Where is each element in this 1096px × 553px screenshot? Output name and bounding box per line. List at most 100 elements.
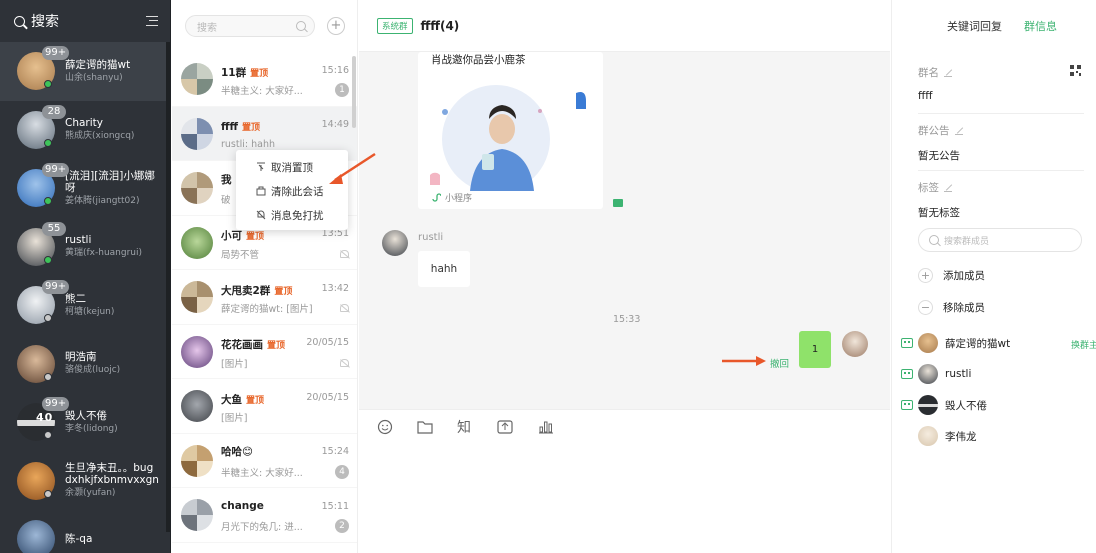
card-image [430,71,590,191]
tag-value: 暂无标签 [918,207,960,219]
contact-item[interactable]: 55 rustli 黄瑞(fx-huangrui) [0,218,170,277]
conversation-name: 大甩卖2群 [221,284,271,297]
conversation-name: ffff [221,121,239,133]
pinned-tag: 置顶 [267,341,286,351]
message-timestamp: 15:33 [613,314,641,325]
folder-icon [417,421,433,434]
folder-icon[interactable] [613,199,623,207]
conversation-item[interactable]: 11群 置顶 15:16 半糖主义: 大家好... 1 [172,52,357,107]
divider [918,170,1084,171]
card-footer: 小程序 [432,191,472,204]
member-name: 李伟龙 [945,430,977,443]
remove-member-button[interactable]: − 移除成员 [918,300,985,315]
chat-title: ffff(4) [420,18,460,33]
member-search-input[interactable]: 搜索群成员 [918,228,1082,252]
contact-item[interactable]: 明浩南 骆俊成(luojc) [0,335,170,394]
pinned-tag: 置顶 [250,68,269,79]
search-icon [14,15,25,27]
edit-pencil-icon[interactable] [944,184,952,192]
pinned-tag: 置顶 [246,232,265,242]
unread-count: 2 [335,519,349,533]
conversation-time: 13:42 [321,282,349,294]
tab-group-info[interactable]: 群信息 [1024,18,1057,34]
my-avatar[interactable] [842,331,868,357]
avatar [17,520,55,553]
menu-item-label: 消息免打扰 [271,209,324,222]
sidebar-search-button[interactable]: 搜索 [14,11,59,31]
conversation-item[interactable]: change 15:11 月光下的兔几: 进... 2 [172,488,357,543]
upload-button[interactable] [497,418,537,436]
qr-code-icon[interactable] [1070,65,1081,76]
contact-account: 骆俊成(luojc) [65,365,121,376]
file-button[interactable] [417,418,457,436]
conversation-item[interactable]: 哈哈😊 15:24 半糖主义: 大家好... 4 [172,434,357,488]
member-item[interactable]: 薛定谔的猫wt [901,333,1010,353]
group-avatar [181,281,213,313]
plus-icon: + [918,268,933,283]
edit-pencil-icon[interactable] [954,127,963,135]
transfer-owner-link[interactable]: 换群主 [1071,338,1096,351]
incoming-message-bubble[interactable]: hahh [418,251,470,287]
group-avatar [181,335,213,368]
contact-item[interactable]: 生旦净末丑。。bug dxhkjfxbnmvxxgn 余灏(yufan) [0,452,170,511]
unread-badge: 99+ [42,163,70,178]
poll-button[interactable] [537,418,577,436]
member-item[interactable]: 毁人不倦 [901,395,987,415]
online-status-dot [44,197,52,206]
avatar: 99+ [17,163,70,208]
clear-icon [256,186,266,196]
conversation-item[interactable]: 花花画画 置顶 20/05/15 [图片] [172,325,357,379]
offline-status-dot [44,489,52,498]
knowledge-button[interactable]: 知 [457,418,497,436]
conversation-time: 15:11 [321,500,349,512]
contact-item[interactable]: 99+ 熊二 柯塘(kejun) [0,276,170,335]
contact-item[interactable]: 陈-qa [0,510,170,553]
mini-program-card[interactable]: 肖战邀你品尝小鹿茶 小程序 [418,52,603,209]
outgoing-message-bubble[interactable]: 1 [799,331,831,368]
sender-avatar[interactable] [382,230,408,256]
emoji-button[interactable] [377,418,417,436]
menu-item-mute[interactable]: 消息免打扰 [236,203,348,227]
conversation-preview: [图片] [221,358,248,370]
menu-icon[interactable] [146,16,158,26]
online-status-dot [44,138,52,147]
contact-item[interactable]: 99+ [流泪][流泪]小娜娜呀 姜体腾(jiangtt02) [0,159,170,218]
contact-account: 山余(shanyu) [65,72,123,83]
member-item[interactable]: 李伟龙 [918,426,977,446]
minus-icon: − [918,300,933,315]
member-item[interactable]: rustli [901,364,971,384]
conversation-preview: 薛定谔的猫wt: [图片] [221,304,313,315]
annotation-arrow-icon [722,356,766,366]
unread-badge: 99+ [42,280,70,295]
announcement-label: 群公告 [918,125,950,137]
conversation-search-input[interactable]: 搜索 [185,15,315,37]
contact-item[interactable]: 40 99+ 毁人不倦 李冬(lidong) [0,393,170,452]
mute-bell-icon [340,304,349,312]
conversation-item[interactable]: 大鱼 置顶 20/05/15 [图片] [172,379,357,434]
chat-input-area[interactable]: 知 [359,409,890,553]
contact-item[interactable]: 28 Charity 熊成庆(xiongcq) [0,101,170,160]
edit-pencil-icon[interactable] [944,69,952,77]
contact-account: 熊成庆(xiongcq) [65,131,135,142]
pinned-tag: 置顶 [274,286,293,297]
avatar: 99+ [17,280,70,325]
add-conversation-button[interactable]: + [327,17,345,35]
list-scrollbar[interactable] [352,56,356,128]
avatar-image [17,520,55,553]
recall-button[interactable]: 撤回 [770,356,789,370]
avatar-overlay-number: 40 [36,411,54,425]
contact-account: 黄瑞(fx-huangrui) [65,248,143,259]
system-group-tag: 系统群 [377,17,413,34]
tab-keyword-reply[interactable]: 关键词回复 [947,18,1002,34]
add-member-button[interactable]: + 添加成员 [918,268,985,283]
conversation-preview: rustli: hahh [221,139,275,150]
unread-badge: 55 [42,221,66,236]
mute-icon [256,210,266,220]
conversation-item[interactable]: 大甩卖2群 置顶 13:42 薛定谔的猫wt: [图片] [172,270,357,325]
card-footer-label: 小程序 [445,194,473,204]
sender-name: rustli [418,232,444,243]
contact-item[interactable]: 99+ 薛定谔的猫wt 山余(shanyu) [0,42,170,101]
divider [918,113,1084,114]
sidebar-scrollbar[interactable] [166,42,170,532]
conversation-list: 搜索 + 11群 置顶 15:16 半糖主义: 大家好... 1 ffff 置顶 14:4… [172,0,358,553]
